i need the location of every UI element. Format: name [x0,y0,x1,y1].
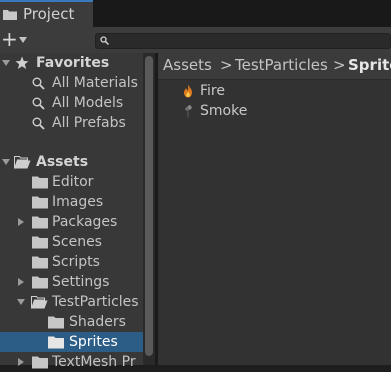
search-icon [100,36,109,45]
sidebar-item-label: TextMesh Pr [52,354,136,370]
folder-icon [32,216,48,229]
sidebar-item-label: All Models [52,95,124,111]
assets-label: Assets [36,154,89,170]
breadcrumb-separator-icon: > [333,56,346,74]
smoke-icon [185,105,192,118]
expand-arrow-icon[interactable] [1,157,11,167]
search-input[interactable] [95,33,391,49]
sidebar-item-scripts[interactable]: Scripts [0,252,143,272]
breadcrumb: Assets > TestParticles > Sprites [158,53,391,80]
folder-icon [3,10,17,20]
folder-icon [48,336,64,349]
sidebar-item-label: All Prefabs [52,115,126,131]
sidebar-item-label: Settings [52,274,110,290]
folder-open-icon [14,156,31,169]
folder-icon [48,316,64,329]
folder-icon [32,276,48,289]
sidebar-item-shaders[interactable]: Shaders [0,312,143,332]
fire-icon [184,84,192,98]
plus-icon: + [1,27,18,51]
chevron-down-icon [19,37,27,43]
folder-icon [32,236,48,249]
sidebar-item-label: Editor [52,174,94,190]
sidebar-item-all-models[interactable]: All Models [0,93,143,113]
tab-bar: Project [0,0,391,27]
breadcrumb-item-assets[interactable]: Assets [163,56,212,74]
folder-icon [32,196,48,209]
asset-item-label: Fire [200,83,225,99]
create-button[interactable]: + [1,28,33,50]
favorites-header[interactable]: Favorites [0,53,143,73]
folder-icon [32,176,48,189]
search-icon [32,117,45,130]
sidebar-item-testparticles[interactable]: TestParticles [0,292,143,312]
asset-item-smoke[interactable]: Smoke [180,101,380,121]
favorites-label: Favorites [36,55,110,71]
asset-item-label: Smoke [200,103,248,119]
sidebar-scroll-thumb[interactable] [145,56,153,356]
sidebar-item-label: All Materials [52,75,138,91]
folder-icon [32,256,48,269]
breadcrumb-item-sprites[interactable]: Sprites [348,56,391,74]
tab-label: Project [23,5,75,23]
search-icon [32,77,45,90]
sidebar-item-label: TestParticles [52,294,139,310]
collapse-arrow-icon[interactable] [16,277,26,287]
folder-open-icon [31,296,48,309]
sidebar-item-label: Sprites [69,334,118,350]
sidebar-item-label: Images [52,194,104,210]
sidebar-item-label: Scripts [52,254,100,270]
sidebar-item-label: Scenes [52,234,102,250]
sidebar-item-packages[interactable]: Packages [0,212,143,232]
sidebar-item-scenes[interactable]: Scenes [0,232,143,252]
collapse-arrow-icon[interactable] [16,357,26,367]
breadcrumb-item-testparticles[interactable]: TestParticles [235,56,328,74]
asset-item-fire[interactable]: Fire [180,81,380,101]
expand-arrow-icon[interactable] [16,297,26,307]
assets-header[interactable]: Assets [0,152,143,172]
collapse-arrow-icon[interactable] [16,217,26,227]
tab-project[interactable]: Project [0,0,93,27]
sidebar-item-label: Shaders [69,314,126,330]
sidebar-item-all-prefabs[interactable]: All Prefabs [0,113,143,133]
folder-icon [32,356,48,369]
expand-arrow-icon[interactable] [1,58,11,68]
sidebar-item-editor[interactable]: Editor [0,172,143,192]
breadcrumb-separator-icon: > [220,56,233,74]
sidebar-item-images[interactable]: Images [0,192,143,212]
search-icon [32,97,45,110]
sidebar-item-all-materials[interactable]: All Materials [0,73,143,93]
sidebar-item-sprites[interactable]: Sprites [0,332,143,352]
star-icon [15,56,29,69]
sidebar-item-settings[interactable]: Settings [0,272,143,292]
sidebar-item-label: Packages [52,214,118,230]
sidebar-item-textmesh[interactable]: TextMesh Pr [0,352,143,372]
